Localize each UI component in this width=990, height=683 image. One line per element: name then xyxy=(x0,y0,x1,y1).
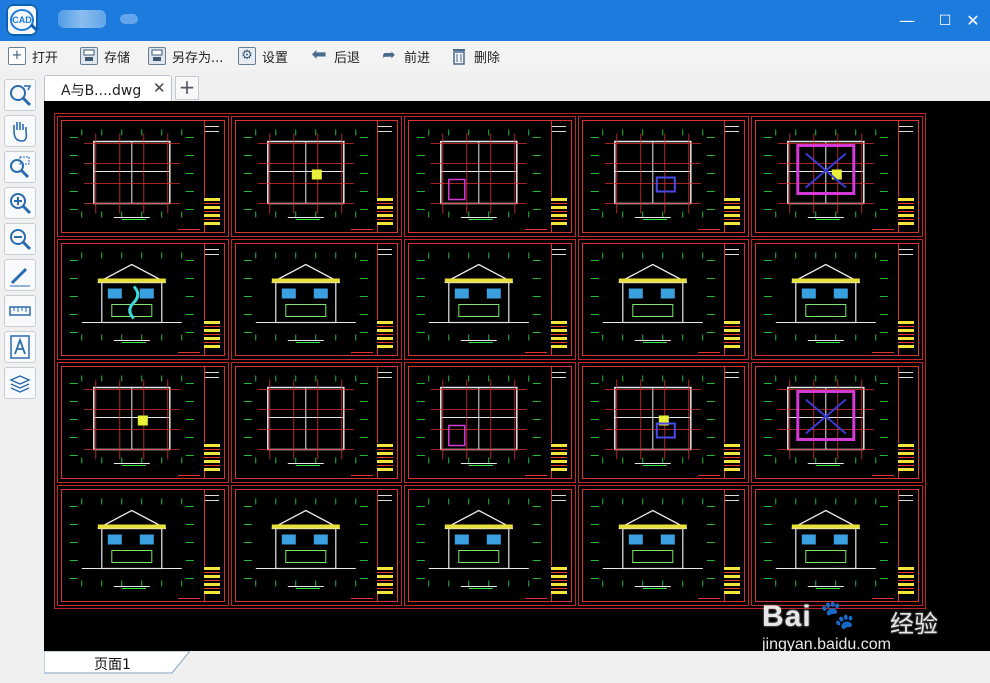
forward-arrow-icon: ➦ xyxy=(382,45,396,64)
close-tab-icon[interactable]: ✕ xyxy=(153,79,166,97)
back-arrow-icon: ⬅ xyxy=(311,44,327,65)
document-tab-bar: A与B....dwg ✕ + xyxy=(42,71,990,101)
drawing-sheet xyxy=(751,485,923,606)
watermark-url: jingyan.baidu.com xyxy=(762,636,891,653)
minimize-button[interactable]: — xyxy=(894,8,920,34)
document-tab[interactable]: A与B....dwg ✕ xyxy=(44,75,172,101)
paw-icon: 🐾 xyxy=(820,598,855,631)
main-toolbar: + 打开 存储 另存为... ⚙ 设置 ⬅ 后退 ➦ 前进 删除 xyxy=(0,41,990,72)
save-icon xyxy=(80,47,98,65)
layers-icon xyxy=(9,375,31,393)
plus-icon: + xyxy=(8,47,26,65)
back-button[interactable]: ⬅ 后退 xyxy=(310,45,360,67)
drawing-sheet xyxy=(230,239,403,360)
drawing-sheet xyxy=(577,239,750,360)
drawing-sheet xyxy=(57,485,229,606)
zoom-rotate-button[interactable] xyxy=(4,79,36,111)
pan-button[interactable] xyxy=(4,115,36,147)
drawing-sheet xyxy=(57,116,229,237)
left-tool-column xyxy=(0,71,42,683)
drawing-sheet xyxy=(751,239,923,360)
add-tab-button[interactable]: + xyxy=(175,76,199,100)
page-tab-label: 页面1 xyxy=(94,657,131,673)
trash-icon xyxy=(450,47,468,65)
settings-button[interactable]: ⚙ 设置 xyxy=(238,45,288,67)
maximize-button[interactable]: ☐ xyxy=(932,8,958,34)
delete-button[interactable]: 删除 xyxy=(450,45,500,67)
save-as-button[interactable]: 另存为... xyxy=(148,45,223,67)
drawing-sheet xyxy=(57,239,229,360)
text-button[interactable] xyxy=(4,331,36,363)
text-icon xyxy=(10,335,30,359)
document-tab-label: A与B....dwg xyxy=(61,83,142,99)
window-title-blurred xyxy=(58,10,106,28)
drawing-sheet-grid xyxy=(54,113,926,609)
title-bar: CAD — ☐ ✕ xyxy=(0,0,990,41)
drawing-sheet xyxy=(230,485,403,606)
drawing-sheet xyxy=(404,485,576,606)
drawing-sheet xyxy=(577,362,750,483)
draw-button[interactable] xyxy=(4,259,36,291)
open-button[interactable]: + 打开 xyxy=(8,45,58,67)
forward-button[interactable]: ➦ 前进 xyxy=(380,45,430,67)
drawing-sheet xyxy=(404,362,576,483)
save-button[interactable]: 存储 xyxy=(80,45,130,67)
page-tab[interactable]: 页面1 xyxy=(44,651,190,675)
zoom-in-button[interactable] xyxy=(4,187,36,219)
zoom-out-button[interactable] xyxy=(4,223,36,255)
drawing-sheet xyxy=(57,362,229,483)
measure-button[interactable] xyxy=(4,295,36,327)
watermark-brand-suffix: 经验 xyxy=(890,610,938,638)
layers-button[interactable] xyxy=(4,367,36,399)
save-as-icon xyxy=(148,47,166,65)
cad-logo-icon: CAD xyxy=(10,9,34,31)
zoom-out-icon xyxy=(10,229,32,251)
baidu-watermark: Bai 🐾 经验 jingyan.baidu.com xyxy=(762,598,962,658)
drawing-sheet xyxy=(751,116,923,237)
gear-icon: ⚙ xyxy=(238,47,256,65)
drawing-sheet xyxy=(230,116,403,237)
drawing-sheet xyxy=(230,362,403,483)
close-button[interactable]: ✕ xyxy=(960,8,986,34)
drawing-canvas[interactable] xyxy=(44,101,990,651)
drawing-sheet xyxy=(404,116,576,237)
drawing-sheet xyxy=(577,116,750,237)
app-logo: CAD xyxy=(6,4,38,36)
zoom-window-button[interactable] xyxy=(4,151,36,183)
drawing-sheet xyxy=(751,362,923,483)
pan-hand-icon xyxy=(13,122,28,142)
measure-ruler-icon xyxy=(9,306,31,316)
pencil-icon xyxy=(10,267,30,287)
drawing-sheet xyxy=(577,485,750,606)
drawing-sheet xyxy=(404,239,576,360)
zoom-rotate-icon xyxy=(10,85,32,107)
zoom-window-icon xyxy=(10,156,30,179)
zoom-in-icon xyxy=(10,193,32,215)
watermark-brand: Bai xyxy=(762,600,812,633)
